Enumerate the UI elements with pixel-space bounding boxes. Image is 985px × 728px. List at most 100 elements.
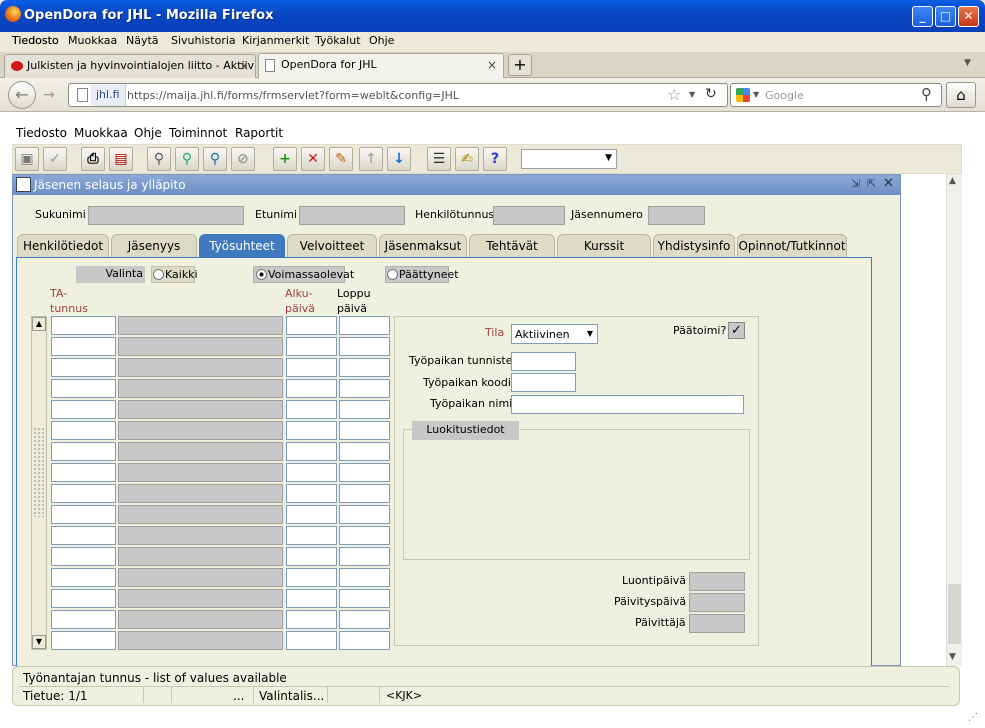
search-bar[interactable]: ▼ Google ⚲: [730, 83, 942, 107]
toolbar-dropdown[interactable]: ▼: [521, 149, 617, 169]
loppupaiva-field[interactable]: [339, 400, 390, 419]
etunimi-field[interactable]: [299, 206, 405, 225]
tyonantaja-name-field[interactable]: [118, 421, 283, 440]
search-input[interactable]: Google: [765, 89, 804, 102]
browser-tab-jhl[interactable]: Julkisten ja hyvinvointialojen liitto - …: [4, 54, 256, 78]
sukunimi-field[interactable]: [88, 206, 244, 225]
home-button[interactable]: ⌂: [946, 82, 976, 108]
alkupaiva-field[interactable]: [286, 463, 337, 482]
loppupaiva-field[interactable]: [339, 421, 390, 440]
maximize-form-icon[interactable]: ⇱: [867, 177, 876, 190]
tab-yhdistysinfo[interactable]: Yhdistysinfo: [653, 234, 735, 257]
tab-henkilotiedot[interactable]: Henkilötiedot: [17, 234, 109, 257]
tyonantaja-name-field[interactable]: [118, 505, 283, 524]
browser-tab-opendora[interactable]: OpenDora for JHL ×: [258, 53, 504, 78]
jasennumero-field[interactable]: [648, 206, 705, 225]
radio-paattyneet[interactable]: Päättyneet: [385, 266, 459, 283]
ta-tunnus-field[interactable]: [51, 484, 116, 503]
clear-record-icon[interactable]: ✎: [329, 147, 353, 171]
browser-menu-kirjanmerkit[interactable]: Kirjanmerkit: [242, 34, 309, 47]
alkupaiva-field[interactable]: [286, 568, 337, 587]
ta-tunnus-field[interactable]: [51, 379, 116, 398]
print-icon[interactable]: ⎙: [81, 147, 105, 171]
insert-record-icon[interactable]: +: [273, 147, 297, 171]
scroll-down-icon[interactable]: ▼: [949, 652, 956, 662]
ta-tunnus-field[interactable]: [51, 589, 116, 608]
tab-jasenmaksut[interactable]: Jäsenmaksut: [379, 234, 467, 257]
alkupaiva-field[interactable]: [286, 610, 337, 629]
save-icon[interactable]: ▣: [15, 147, 39, 171]
alkupaiva-field[interactable]: [286, 337, 337, 356]
paivityspaiva-field[interactable]: [689, 593, 745, 612]
accept-icon[interactable]: ✓: [43, 147, 67, 171]
close-tab-icon[interactable]: ×: [239, 59, 249, 73]
scroll-up-icon[interactable]: ▲: [32, 317, 46, 331]
browser-menu-tiedosto[interactable]: Tiedosto: [12, 34, 59, 47]
ta-tunnus-field[interactable]: [51, 421, 116, 440]
tyonantaja-name-field[interactable]: [118, 316, 283, 335]
bookmark-star-icon[interactable]: ☆: [667, 85, 681, 104]
radio-voimassaolevat[interactable]: Voimassaolevat: [253, 266, 354, 283]
browser-menu-ohje[interactable]: Ohje: [369, 34, 394, 47]
tab-jasenyys[interactable]: Jäsenyys: [111, 234, 197, 257]
loppupaiva-field[interactable]: [339, 610, 390, 629]
nimi-field[interactable]: [511, 395, 744, 414]
ta-tunnus-field[interactable]: [51, 631, 116, 650]
tyonantaja-name-field[interactable]: [118, 358, 283, 377]
close-form-icon[interactable]: ✕: [883, 176, 894, 191]
loppupaiva-field[interactable]: [339, 463, 390, 482]
loppupaiva-field[interactable]: [339, 547, 390, 566]
app-menu-ohje[interactable]: Ohje: [134, 126, 162, 140]
tunniste-field[interactable]: [511, 352, 576, 371]
count-query-icon[interactable]: ⚲: [203, 147, 227, 171]
cancel-query-icon[interactable]: ⊘: [231, 147, 255, 171]
search-engine-dropdown-icon[interactable]: ▼: [753, 90, 759, 99]
tyonantaja-name-field[interactable]: [118, 547, 283, 566]
execute-query-icon[interactable]: ⚲: [175, 147, 199, 171]
ta-tunnus-field[interactable]: [51, 316, 116, 335]
new-tab-button[interactable]: +: [508, 54, 532, 76]
tyonantaja-name-field[interactable]: [118, 337, 283, 356]
tyonantaja-name-field[interactable]: [118, 568, 283, 587]
ta-tunnus-field[interactable]: [51, 442, 116, 461]
browser-menu-sivuhistoria[interactable]: Sivuhistoria: [171, 34, 236, 47]
rows-scrollbar[interactable]: ▲ ▼: [31, 316, 47, 650]
reload-icon[interactable]: ↻: [705, 86, 717, 102]
loppupaiva-field[interactable]: [339, 337, 390, 356]
tab-velvoitteet[interactable]: Velvoitteet: [287, 234, 377, 257]
tab-opinnot-tutkinnot[interactable]: Opinnot/Tutkinnot: [737, 234, 847, 257]
luontipaiva-field[interactable]: [689, 572, 745, 591]
browser-menu-muokkaa[interactable]: Muokkaa: [68, 34, 117, 47]
tyonantaja-name-field[interactable]: [118, 463, 283, 482]
alkupaiva-field[interactable]: [286, 421, 337, 440]
alkupaiva-field[interactable]: [286, 316, 337, 335]
edit-icon[interactable]: ✍: [455, 147, 479, 171]
loppupaiva-field[interactable]: [339, 631, 390, 650]
scroll-down-icon[interactable]: ▼: [32, 635, 46, 649]
ta-tunnus-field[interactable]: [51, 568, 116, 587]
ta-tunnus-field[interactable]: [51, 526, 116, 545]
tyonantaja-name-field[interactable]: [118, 589, 283, 608]
alkupaiva-field[interactable]: [286, 379, 337, 398]
ta-tunnus-field[interactable]: [51, 337, 116, 356]
close-window-button[interactable]: ✕: [958, 6, 979, 27]
tab-tyosuhteet[interactable]: Työsuhteet: [199, 234, 285, 257]
alkupaiva-field[interactable]: [286, 484, 337, 503]
loppupaiva-field[interactable]: [339, 484, 390, 503]
alkupaiva-field[interactable]: [286, 589, 337, 608]
loppupaiva-field[interactable]: [339, 442, 390, 461]
search-icon[interactable]: ⚲: [921, 85, 932, 103]
forward-button[interactable]: →: [38, 84, 60, 106]
loppupaiva-field[interactable]: [339, 505, 390, 524]
alkupaiva-field[interactable]: [286, 526, 337, 545]
app-menu-raportit[interactable]: Raportit: [235, 126, 283, 140]
previous-record-icon[interactable]: ↑: [359, 147, 383, 171]
browser-menu-tyokalut[interactable]: Työkalut: [315, 34, 361, 47]
browser-menu-nayta[interactable]: Näytä: [126, 34, 159, 47]
paivittaja-field[interactable]: [689, 614, 745, 633]
list-of-values-icon[interactable]: ☰: [427, 147, 451, 171]
page-scrollbar[interactable]: ▲ ▼: [946, 174, 962, 666]
url-bar[interactable]: jhl.fi https://maija.jhl.fi/forms/frmser…: [68, 83, 728, 107]
alkupaiva-field[interactable]: [286, 400, 337, 419]
app-menu-muokkaa[interactable]: Muokkaa: [74, 126, 128, 140]
